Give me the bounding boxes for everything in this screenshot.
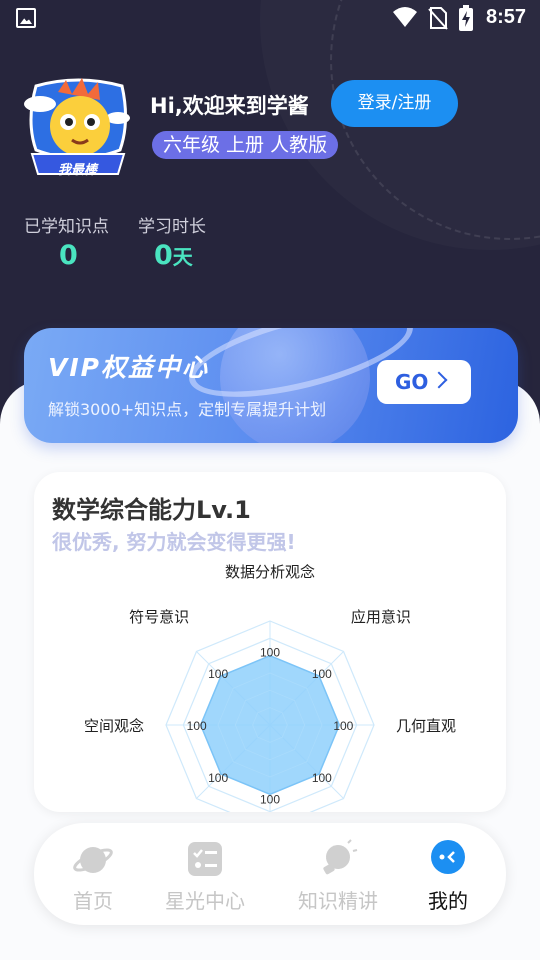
tab-mine[interactable]: 我的 [398,823,498,925]
vip-go-label: GO [395,370,429,394]
greeting-text: Hi,欢迎来到学酱 [150,94,309,118]
login-register-button[interactable]: 登录/注册 [331,80,458,127]
radar-axis-label: 几何直观 [396,717,456,735]
vip-subtitle: 解锁3000+知识点，定制专属提升计划 [48,400,327,419]
gallery-icon [16,8,36,28]
tab-home-label: 首页 [73,889,113,913]
radar-axis-label: 应用意识 [351,608,411,626]
tab-knowledge-lectures[interactable]: 知识精讲 [288,823,388,925]
radar-value-label: 100 [312,771,332,785]
vip-go-button[interactable]: GO [377,360,471,404]
tab-starlight-center-label: 星光中心 [165,889,245,913]
stat-value-duration-unit: 天 [172,245,193,269]
bottom-tab-bar: 首页 星光中心 知识精讲 我的 [34,823,506,925]
tab-starlight-center[interactable]: 星光中心 [155,823,255,925]
status-bar: 8:57 [0,0,540,36]
avatar-badge-text: 我最棒 [58,163,98,178]
radar-value-label: 100 [208,667,228,681]
stat-value-knowledge: 0 [59,240,78,271]
face-icon [431,840,465,874]
radar-value-label: 100 [260,646,280,660]
radar-value-label: 100 [333,719,353,733]
radar-axis-label: 数据分析观念 [225,563,315,581]
vip-title: VIP权益中心 [48,353,209,382]
stat-value-duration: 0天 [154,240,193,271]
ability-radar-chart: 100100100100100100100100数据分析观念应用意识几何直观推理… [84,563,456,812]
wifi-icon [393,7,417,27]
grade-selector[interactable]: 六年级 上册 人教版 [152,131,339,159]
clock: 8:57 [486,6,527,28]
battery-charging-icon [459,5,473,31]
stat-label-duration: 学习时长 [138,217,206,237]
stat-value-duration-number: 0 [154,240,173,271]
radar-value-label: 100 [208,771,228,785]
chevron-right-icon [430,371,448,389]
stat-label-knowledge: 已学知识点 [24,217,109,237]
no-sim-icon [428,7,448,30]
tab-home[interactable]: 首页 [43,823,143,925]
ability-card: 数学综合能力Lv.1 很优秀, 努力就会变得更强! 100 100 100 100 10… [34,472,506,812]
radar-value-label: 100 [260,792,280,806]
planet-icon [73,847,113,873]
radar-axis-label: 空间观念 [84,717,144,735]
tab-knowledge-lectures-label: 知识精讲 [298,889,378,913]
radar-axis-label: 符号意识 [129,608,189,626]
vip-banner[interactable]: VIP权益中心 解锁3000+知识点，定制专属提升计划 GO [24,328,518,443]
stat-value-knowledge-number: 0 [59,240,78,271]
checklist-icon [188,842,222,876]
radar-value-label: 100 [187,719,207,733]
bulb-icon [323,839,358,875]
radar-value-label: 100 [312,667,332,681]
tab-mine-label: 我的 [428,889,468,913]
